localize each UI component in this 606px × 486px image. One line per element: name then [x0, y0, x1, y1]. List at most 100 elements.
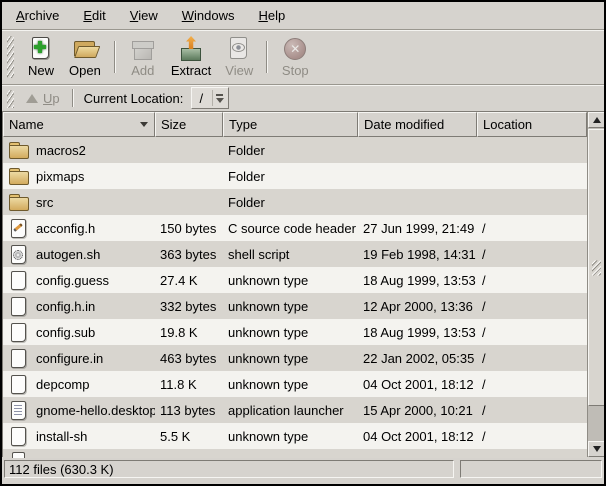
open-archive-icon: [72, 36, 98, 62]
file-size-cell: 150 bytes: [155, 215, 223, 241]
new-button[interactable]: New: [20, 34, 62, 80]
file-location-cell: [477, 163, 587, 189]
header-date-modified[interactable]: Date modified: [358, 112, 477, 137]
file-date-cell: 04 Oct 2001, 18:12: [358, 371, 477, 397]
file-size-cell: 332 bytes: [155, 293, 223, 319]
location-bar: Up Current Location: /: [2, 85, 604, 111]
stop-icon: [282, 36, 308, 62]
document-icon: [12, 452, 25, 458]
file-type-cell: application launcher: [223, 397, 358, 423]
location-dropdown[interactable]: /: [191, 87, 229, 109]
table-row[interactable]: install-sh 5.5 K unknown type 04 Oct 200…: [3, 423, 587, 449]
table-row[interactable]: configure.in 463 bytes unknown type 22 J…: [3, 345, 587, 371]
file-name-cell: pixmaps: [3, 163, 155, 189]
vertical-scrollbar[interactable]: [587, 112, 604, 457]
file-location-cell: /: [477, 267, 587, 293]
table-row[interactable]: macros2 Folder: [3, 137, 587, 163]
file-size-cell: [155, 189, 223, 215]
file-date-cell: 18 Aug 1999, 13:53: [358, 319, 477, 345]
file-type-cell: unknown type: [223, 267, 358, 293]
menu-archive[interactable]: Archive: [6, 3, 69, 28]
table-row[interactable]: config.sub 19.8 K unknown type 18 Aug 19…: [3, 319, 587, 345]
file-type-cell: shell script: [223, 241, 358, 267]
document-lines-icon: [8, 400, 30, 420]
file-name-cell: autogen.sh: [3, 241, 155, 267]
view-file-icon: [226, 36, 252, 62]
sort-arrow-icon: [140, 122, 148, 131]
status-text-panel: 112 files (630.3 K): [4, 460, 454, 478]
table-row[interactable]: config.h.in 332 bytes unknown type 12 Ap…: [3, 293, 587, 319]
header-location[interactable]: Location: [477, 112, 587, 137]
view-button: View: [218, 34, 260, 80]
file-size-cell: 27.4 K: [155, 267, 223, 293]
menu-view[interactable]: View: [120, 3, 168, 28]
table-row[interactable]: autogen.sh 363 bytes shell script 19 Feb…: [3, 241, 587, 267]
stop-button: Stop: [274, 34, 316, 80]
table-row-partial[interactable]: [3, 449, 587, 458]
file-size-cell: 11.8 K: [155, 371, 223, 397]
scroll-up-button[interactable]: [588, 112, 605, 128]
file-type-cell: unknown type: [223, 319, 358, 345]
current-location-label: Current Location:: [84, 91, 184, 106]
location-bar-grip[interactable]: [7, 90, 14, 108]
file-date-cell: 04 Oct 2001, 18:12: [358, 423, 477, 449]
folder-icon: [8, 140, 30, 160]
file-date-cell: 27 Jun 1999, 21:49: [358, 215, 477, 241]
file-location-cell: /: [477, 293, 587, 319]
file-location-cell: /: [477, 345, 587, 371]
document-icon: [8, 426, 30, 446]
extract-button[interactable]: Extract: [164, 34, 218, 80]
table-row[interactable]: pixmaps Folder: [3, 163, 587, 189]
toolbar-separator: [114, 41, 116, 73]
menu-windows[interactable]: Windows: [172, 3, 245, 28]
menu-bar: Archive Edit View Windows Help: [2, 2, 604, 30]
document-icon: [8, 348, 30, 368]
menu-edit[interactable]: Edit: [73, 3, 115, 28]
status-empty-panel: [460, 460, 602, 478]
file-location-cell: /: [477, 241, 587, 267]
file-location-cell: [477, 189, 587, 215]
file-location-cell: /: [477, 215, 587, 241]
file-size-cell: 113 bytes: [155, 397, 223, 423]
up-button: Up: [20, 89, 66, 108]
file-location-cell: /: [477, 423, 587, 449]
scroll-down-button[interactable]: [588, 441, 605, 457]
toolbar-grip[interactable]: [7, 36, 14, 78]
header-name[interactable]: Name: [3, 112, 155, 137]
scroll-down-icon: [593, 446, 601, 456]
file-date-cell: 22 Jan 2002, 05:35: [358, 345, 477, 371]
column-headers: Name Size Type Date modified Location: [3, 112, 587, 137]
file-location-cell: /: [477, 319, 587, 345]
document-icon: [8, 296, 30, 316]
table-row[interactable]: config.guess 27.4 K unknown type 18 Aug …: [3, 267, 587, 293]
open-button[interactable]: Open: [62, 34, 108, 80]
scrollbar-thumb[interactable]: [588, 129, 605, 406]
add-button: Add: [122, 34, 164, 80]
file-date-cell: [358, 137, 477, 163]
location-bar-separator: [72, 89, 74, 107]
file-type-cell: unknown type: [223, 293, 358, 319]
header-size[interactable]: Size: [155, 112, 223, 137]
file-date-cell: 19 Feb 1998, 14:31: [358, 241, 477, 267]
document-icon: [8, 322, 30, 342]
file-name-cell: macros2: [3, 137, 155, 163]
file-size-cell: [155, 163, 223, 189]
toolbar: New Open Add Extract View Stop: [2, 30, 604, 85]
file-list: Name Size Type Date modified Location ma…: [2, 111, 604, 457]
table-row[interactable]: depcomp 11.8 K unknown type 04 Oct 2001,…: [3, 371, 587, 397]
file-table: Name Size Type Date modified Location ma…: [3, 112, 587, 457]
file-name-cell: src: [3, 189, 155, 215]
file-date-cell: 12 Apr 2000, 13:36: [358, 293, 477, 319]
table-row[interactable]: src Folder: [3, 189, 587, 215]
header-type[interactable]: Type: [223, 112, 358, 137]
document-pencil-icon: [8, 218, 30, 238]
file-name-cell: gnome-hello.desktop: [3, 397, 155, 423]
menu-help[interactable]: Help: [248, 3, 295, 28]
toolbar-separator: [266, 41, 268, 73]
file-type-cell: unknown type: [223, 423, 358, 449]
table-row[interactable]: gnome-hello.desktop 113 bytes applicatio…: [3, 397, 587, 423]
file-name-cell: configure.in: [3, 345, 155, 371]
document-gear-icon: [8, 244, 30, 264]
table-row[interactable]: acconfig.h 150 bytes C source code heade…: [3, 215, 587, 241]
file-size-cell: 5.5 K: [155, 423, 223, 449]
